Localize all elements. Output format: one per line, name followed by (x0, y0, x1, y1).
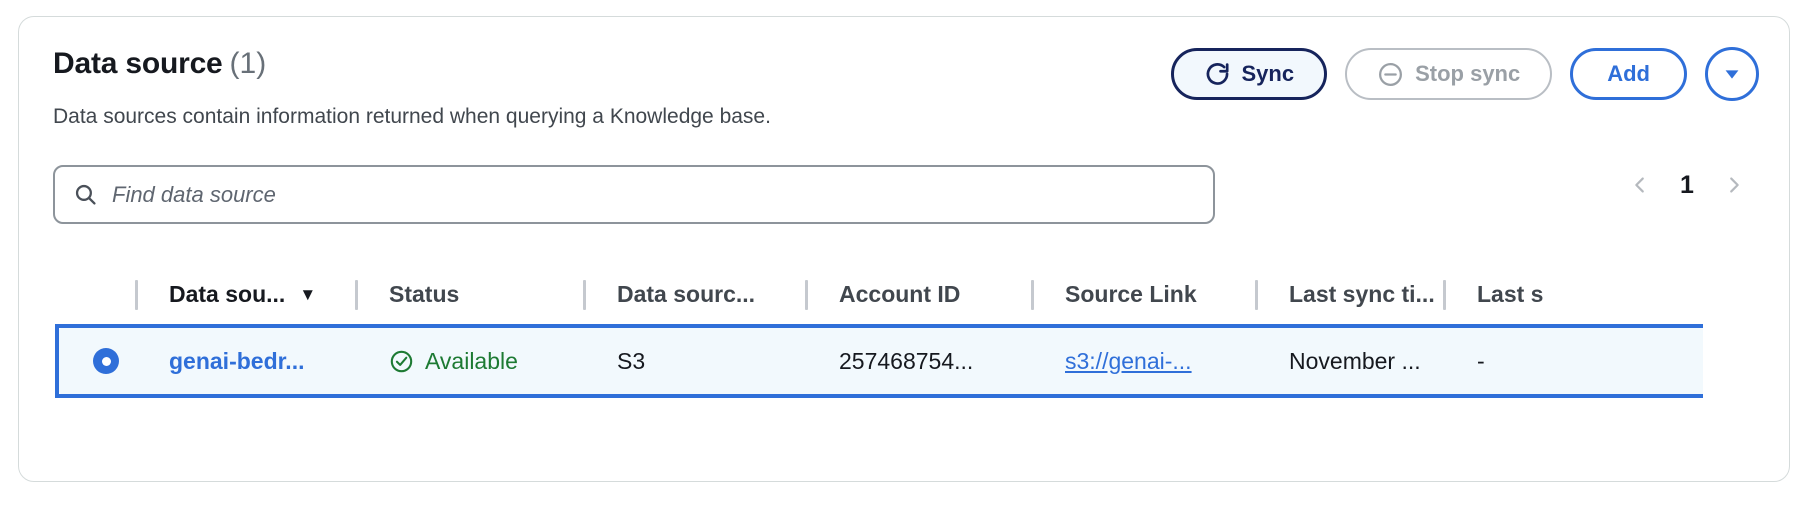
sort-descending-icon: ▼ (299, 286, 316, 303)
column-divider (135, 280, 138, 310)
column-header-label: Last sync ti... (1289, 281, 1435, 308)
minus-circle-icon (1377, 61, 1404, 88)
column-header-label: Data sourc... (617, 281, 755, 308)
search-icon (73, 182, 98, 207)
data-source-type-value: S3 (617, 348, 645, 375)
column-divider (1255, 280, 1258, 310)
column-header-label: Status (389, 281, 459, 308)
search-box[interactable] (53, 165, 1215, 224)
cell-data-source-name[interactable]: genai-bedr... (135, 326, 355, 396)
column-header-status[interactable]: Status (355, 269, 583, 326)
column-header-last-sync-time[interactable]: Last sync ti... (1255, 269, 1443, 326)
column-divider (1031, 280, 1034, 310)
column-header-data-source-type[interactable]: Data sourc... (583, 269, 805, 326)
select-column-header (57, 269, 135, 326)
table-header: Data sou... ▼ Status Data sour (57, 269, 1703, 326)
cell-last-status: - (1443, 326, 1703, 396)
table-header-row: Data sou... ▼ Status Data sour (57, 269, 1703, 326)
pagination-page-1[interactable]: 1 (1679, 171, 1695, 200)
column-divider (1443, 280, 1446, 310)
cell-data-source-type: S3 (583, 326, 805, 396)
column-header-label: Source Link (1065, 281, 1197, 308)
table-tools: 1 (19, 165, 1789, 229)
cell-status: Available (355, 326, 583, 396)
pagination-next-button[interactable] (1721, 170, 1747, 200)
search-input[interactable] (112, 182, 1195, 208)
header-actions: Sync Stop sync Add (1171, 47, 1760, 101)
column-divider (805, 280, 808, 310)
page-title-count: (1) (230, 47, 267, 80)
data-source-name-link[interactable]: genai-bedr... (169, 348, 304, 375)
stop-sync-button[interactable]: Stop sync (1345, 48, 1552, 100)
table-body: genai-bedr... (57, 326, 1703, 396)
column-header-label: Account ID (839, 281, 960, 308)
sync-button-label: Sync (1242, 61, 1295, 87)
cell-source-link[interactable]: s3://genai-... (1031, 326, 1255, 396)
panel-description: Data sources contain information returne… (53, 105, 771, 129)
account-id-value: 257468754... (839, 348, 973, 375)
add-dropdown-button[interactable] (1705, 47, 1759, 101)
sync-button[interactable]: Sync (1171, 48, 1328, 100)
data-source-table-wrapper: Data sou... ▼ Status Data sour (19, 269, 1789, 429)
source-link[interactable]: s3://genai-... (1065, 348, 1192, 375)
column-header-label: Data sou... (169, 281, 285, 308)
page-title-text: Data source (53, 47, 223, 80)
chevron-left-icon (1629, 172, 1651, 198)
add-button-label: Add (1607, 61, 1650, 87)
add-button[interactable]: Add (1570, 48, 1687, 100)
row-select-cell[interactable] (57, 326, 135, 396)
check-circle-icon (389, 349, 414, 374)
data-source-panel: Data source(1) Data sources contain info… (18, 16, 1790, 482)
column-divider (355, 280, 358, 310)
column-divider (583, 280, 586, 310)
column-header-label: Last s (1477, 281, 1543, 308)
row-radio-button[interactable] (93, 348, 119, 374)
column-header-account-id[interactable]: Account ID (805, 269, 1031, 326)
page-title: Data source(1) (53, 47, 266, 81)
last-status-value: - (1477, 348, 1485, 375)
status-label: Available (425, 348, 518, 375)
status-badge: Available (389, 348, 518, 375)
caret-down-icon (1721, 63, 1743, 85)
panel-header: Data source(1) Data sources contain info… (19, 17, 1789, 117)
last-sync-time-value: November ... (1289, 348, 1421, 375)
table-row[interactable]: genai-bedr... (57, 326, 1703, 396)
column-header-last-status[interactable]: Last s (1443, 269, 1703, 326)
pagination-prev-button[interactable] (1627, 170, 1653, 200)
stop-sync-button-label: Stop sync (1415, 61, 1520, 87)
pagination: 1 (1627, 170, 1747, 200)
column-header-source-link[interactable]: Source Link (1031, 269, 1255, 326)
cell-account-id: 257468754... (805, 326, 1031, 396)
cell-last-sync-time: November ... (1255, 326, 1443, 396)
refresh-icon (1204, 61, 1231, 88)
chevron-right-icon (1723, 172, 1745, 198)
data-source-table: Data sou... ▼ Status Data sour (55, 269, 1703, 398)
column-header-data-source-name[interactable]: Data sou... ▼ (135, 269, 355, 326)
